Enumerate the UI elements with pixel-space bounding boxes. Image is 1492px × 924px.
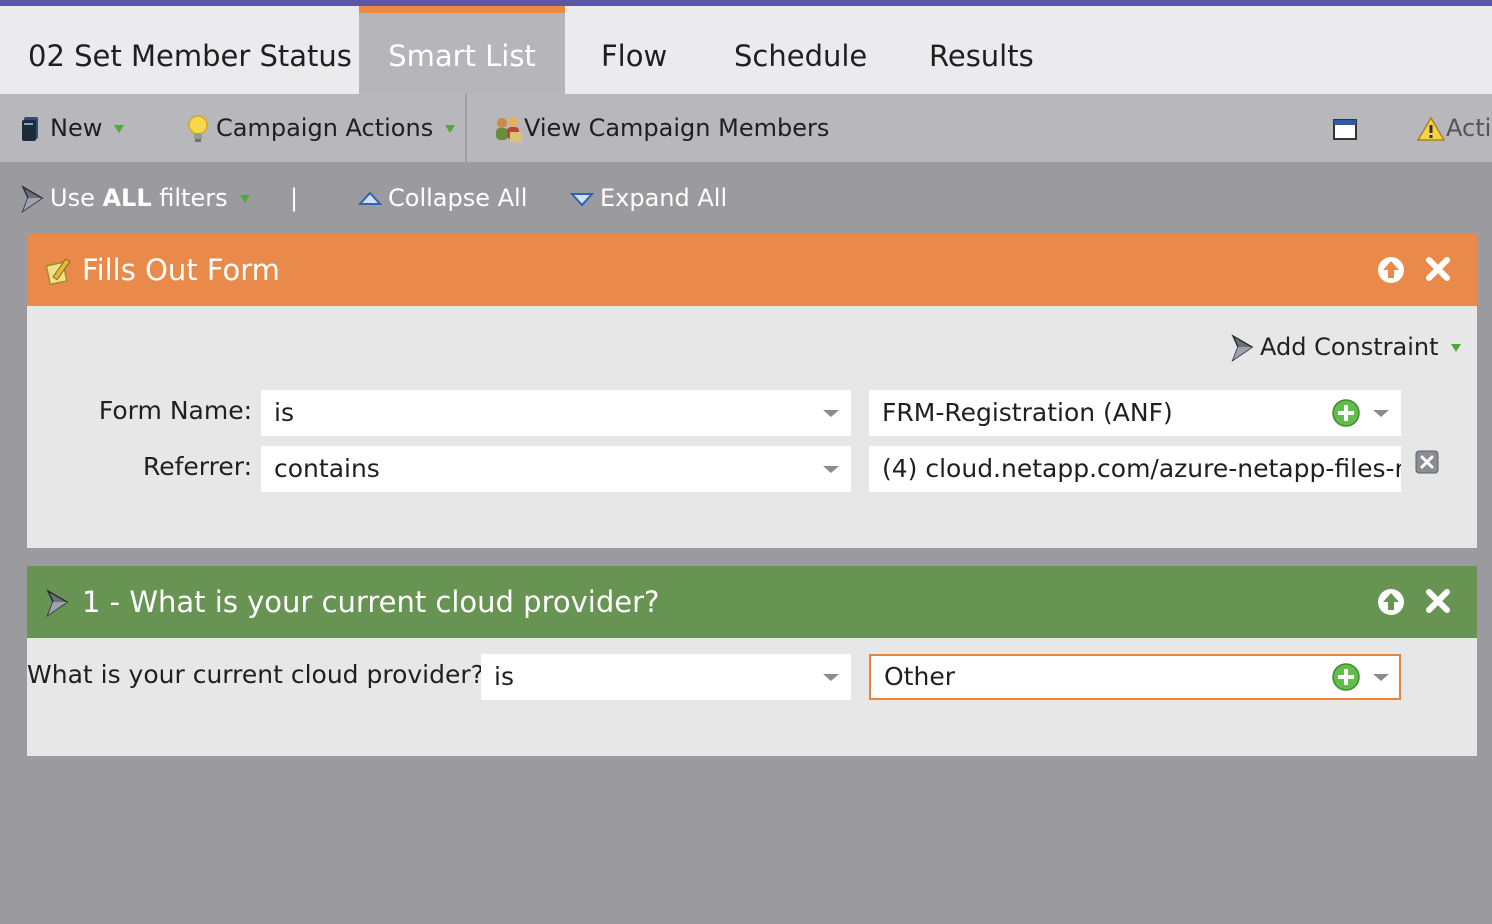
chevron-down-icon[interactable] [1373,674,1389,681]
window-icon [1333,119,1357,140]
chevron-down-icon [114,125,125,133]
funnel-icon [46,589,69,617]
form-name-operator-select[interactable]: is [261,390,851,436]
chevron-down-icon [823,466,839,473]
cloud-provider-value-select[interactable]: Other [869,654,1401,700]
filter-cloud-provider: 1 - What is your current cloud provider?… [27,566,1477,756]
referrer-operator-select[interactable]: contains [261,446,851,492]
filter-title: Fills Out Form [82,253,280,287]
collapse-all-label: Collapse All [388,184,528,212]
triangle-down-icon [569,193,595,207]
filter-body: Add Constraint Form Name: is FRM-Registr… [27,306,1477,548]
use-prefix: Use [50,184,103,212]
arrow-up-circle-icon[interactable] [1377,256,1405,284]
form-name-label: Form Name: [98,396,252,425]
operator-value: contains [274,454,380,483]
campaign-title: 02 Set Member Status [28,39,352,73]
funnel-icon [1231,334,1254,362]
chevron-down-icon [823,674,839,681]
pencil-form-icon [45,258,71,286]
tab-smart-list[interactable]: Smart List [359,6,565,94]
campaign-actions-menu[interactable]: Campaign Actions [186,94,456,162]
form-name-value: FRM-Registration (ANF) [882,398,1173,427]
filterbar-separator: | [290,184,299,212]
collapse-all-button[interactable]: Collapse All [357,162,528,232]
filter-fills-out-form: Fills Out Form Add Constraint Form Name:… [27,234,1477,548]
use-all-bold: ALL [102,184,152,212]
chevron-down-icon[interactable] [1373,410,1389,417]
form-name-value-select[interactable]: FRM-Registration (ANF) [869,390,1401,436]
activate-label: Acti [1446,114,1492,142]
use-all-filters-menu[interactable]: Use ALL filters [20,162,250,232]
tab-flow[interactable]: Flow [601,6,667,94]
operator-value: is [274,398,294,427]
referrer-value-input[interactable]: (4) cloud.netapp.com/azure-netapp-files-… [869,446,1401,492]
campaign-actions-label: Campaign Actions [216,114,434,142]
tab-results[interactable]: Results [929,6,1034,94]
plus-circle-icon[interactable] [1332,663,1360,691]
operator-value: is [494,662,514,691]
cloud-provider-value: Other [884,662,955,691]
filter-body: What is your current cloud provider?: is… [27,638,1477,756]
cloud-provider-operator-select[interactable]: is [481,654,851,700]
delete-box-icon[interactable] [1415,450,1439,474]
warning-icon [1416,116,1446,141]
lightbulb-icon [188,115,208,142]
add-constraint-menu[interactable]: Add Constraint [1230,330,1461,364]
add-constraint-label: Add Constraint [1260,333,1439,361]
cloud-provider-label: What is your current cloud provider?: [27,660,493,689]
chevron-down-icon [239,195,250,203]
close-icon[interactable] [1424,587,1452,615]
chevron-down-icon [1450,344,1461,352]
referrer-label: Referrer: [142,452,252,481]
arrow-up-circle-icon[interactable] [1377,588,1405,616]
chevron-down-icon [445,125,456,133]
triangle-up-icon [357,191,383,205]
window-button[interactable] [1332,94,1358,162]
view-campaign-members-label: View Campaign Members [524,114,830,142]
filter-header[interactable]: 1 - What is your current cloud provider? [27,566,1477,638]
view-campaign-members-button[interactable]: View Campaign Members [492,94,829,162]
tab-schedule[interactable]: Schedule [734,6,867,94]
chevron-down-icon [823,410,839,417]
activate-button[interactable]: Acti [1416,94,1491,162]
expand-all-button[interactable]: Expand All [569,162,728,232]
new-menu[interactable]: New [20,94,125,162]
plus-circle-icon[interactable] [1332,399,1360,427]
referrer-value: (4) cloud.netapp.com/azure-netapp-files-… [882,454,1401,483]
people-icon [496,117,522,142]
filter-title: 1 - What is your current cloud provider? [82,585,660,619]
close-icon[interactable] [1424,255,1452,283]
use-suffix: filters [151,184,228,212]
filter-header[interactable]: Fills Out Form [27,234,1477,306]
document-icon [22,117,38,141]
toolbar-divider [465,94,467,162]
funnel-icon [21,185,44,213]
new-label: New [50,114,103,142]
expand-all-label: Expand All [600,184,728,212]
